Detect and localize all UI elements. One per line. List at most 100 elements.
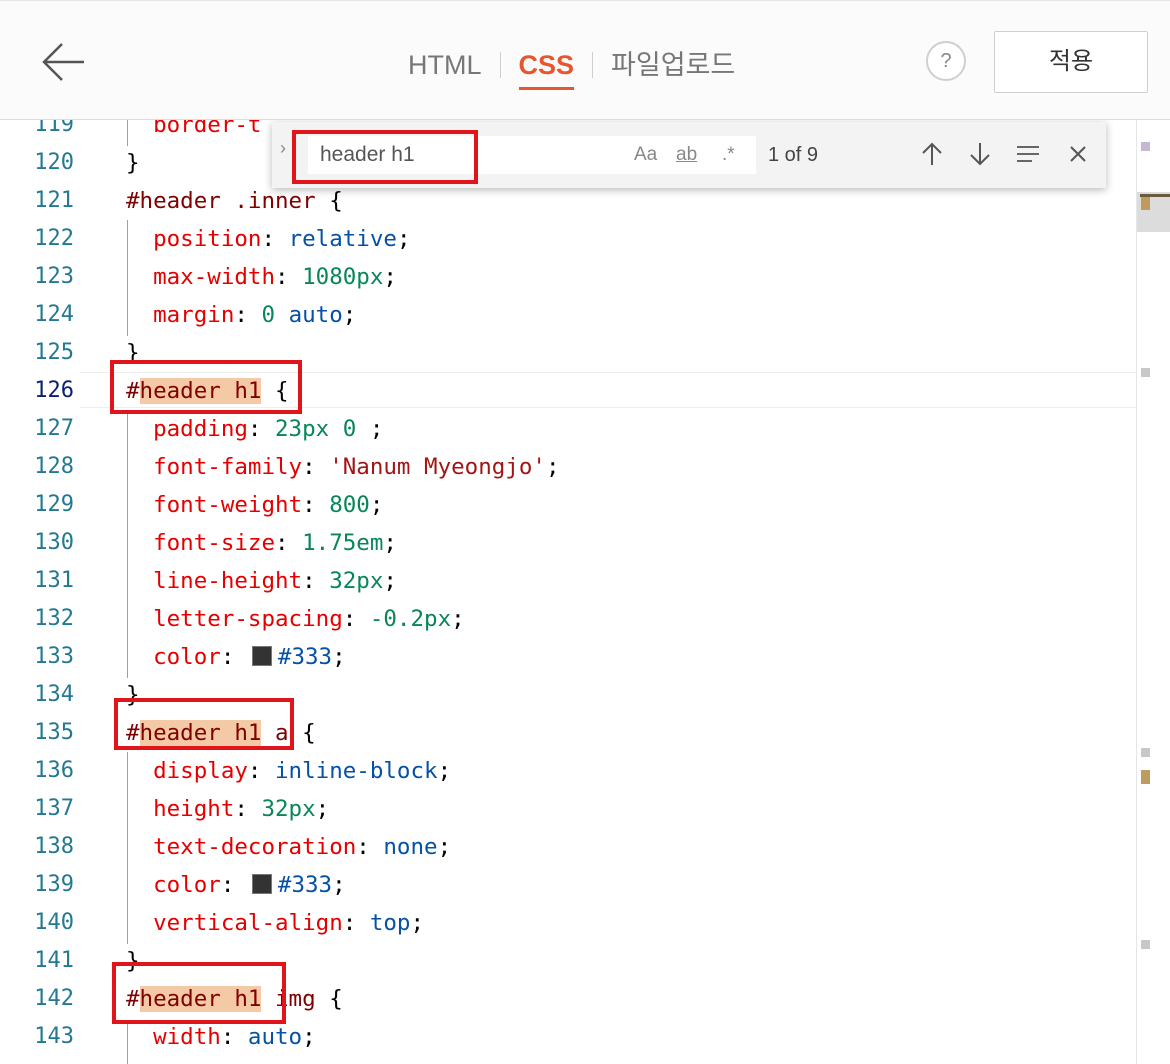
line-number: 126 [34, 378, 74, 403]
find-in-selection-icon[interactable] [1014, 140, 1042, 168]
line-number: 142 [34, 986, 74, 1011]
code-line: 130 font-size: 1.75em; [0, 524, 1136, 562]
code-text: font-size: 1.75em; [153, 530, 397, 556]
cursor-position-marker [1140, 194, 1170, 197]
scroll-marker [1141, 770, 1150, 784]
code-text: } [126, 150, 140, 176]
code-line: 133 color: #333; [0, 638, 1136, 676]
editor-header: HTML CSS 파일업로드 ? 적용 [0, 0, 1170, 120]
scroll-marker [1141, 368, 1150, 377]
code-text: vertical-align: top; [153, 910, 425, 936]
code-text: font-family: 'Nanum Myeongjo'; [153, 454, 560, 480]
scroll-marker [1141, 142, 1150, 151]
code-line: 134 } [0, 676, 1136, 714]
line-number: 143 [34, 1024, 74, 1049]
match-case-toggle[interactable]: Aa [634, 144, 657, 166]
help-icon[interactable]: ? [926, 41, 966, 81]
line-number: 122 [34, 226, 74, 251]
code-line: 128 font-family: 'Nanum Myeongjo'; [0, 448, 1136, 486]
search-match: header h1 [139, 986, 262, 1012]
code-text: letter-spacing: -0.2px; [153, 606, 465, 632]
code-line: 138 text-decoration: none; [0, 828, 1136, 866]
line-number: 132 [34, 606, 74, 631]
line-number: 127 [34, 416, 74, 441]
scroll-marker [1141, 196, 1150, 210]
chevron-right-icon[interactable]: › [280, 138, 286, 159]
code-text: padding: 23px 0 ; [153, 416, 384, 442]
code-text: } [126, 682, 140, 708]
color-swatch[interactable] [251, 646, 272, 666]
line-number: 128 [34, 454, 74, 479]
code-line: 142 #header h1 img { [0, 980, 1136, 1018]
line-number: 136 [34, 758, 74, 783]
tab-css[interactable]: CSS [511, 45, 583, 90]
line-number: 138 [34, 834, 74, 859]
code-text: width: auto; [153, 1024, 316, 1050]
line-number: 129 [34, 492, 74, 517]
code-line: 129 font-weight: 800; [0, 486, 1136, 524]
line-number: 124 [34, 302, 74, 327]
code-text: font-weight: 800; [153, 492, 384, 518]
code-text: color: #333; [153, 644, 346, 670]
scroll-marker [1141, 748, 1150, 757]
tab-file-upload[interactable]: 파일업로드 [603, 45, 743, 85]
code-line: 123 max-width: 1080px; [0, 258, 1136, 296]
code-text: color: #333; [153, 872, 346, 898]
apply-button[interactable]: 적용 [994, 31, 1148, 93]
code-line: 137 height: 32px; [0, 790, 1136, 828]
code-text: #header h1 a { [126, 720, 316, 746]
code-line: 122 position: relative; [0, 220, 1136, 258]
line-number: 140 [34, 910, 74, 935]
code-line: 135 #header h1 a { [0, 714, 1136, 752]
next-match-icon[interactable] [966, 140, 994, 168]
search-match: header h1 [139, 378, 262, 404]
code-editor[interactable]: 119 border-t 120 } 121 #header .inner { … [0, 120, 1170, 1064]
code-text: max-width: 1080px; [153, 264, 397, 290]
code-line: 143 width: auto; [0, 1018, 1136, 1056]
regex-toggle[interactable]: .* [722, 144, 735, 166]
line-number: 120 [34, 150, 74, 175]
code-line: 131 line-height: 32px; [0, 562, 1136, 600]
code-text: display: inline-block; [153, 758, 452, 784]
code-text: position: relative; [153, 226, 411, 252]
line-number: 137 [34, 796, 74, 821]
line-number: 134 [34, 682, 74, 707]
line-number: 131 [34, 568, 74, 593]
code-line: 140 vertical-align: top; [0, 904, 1136, 942]
code-text: #header h1 { [126, 378, 289, 404]
code-text: margin: 0 auto; [153, 302, 357, 328]
line-number: 141 [34, 948, 74, 973]
line-number: 133 [34, 644, 74, 669]
line-number: 130 [34, 530, 74, 555]
editor-tabs: HTML CSS 파일업로드 [400, 45, 743, 90]
tab-divider [499, 52, 501, 78]
code-line: 127 padding: 23px 0 ; [0, 410, 1136, 448]
close-icon[interactable] [1064, 140, 1092, 168]
previous-match-icon[interactable] [918, 140, 946, 168]
line-number: 135 [34, 720, 74, 745]
scroll-marker [1141, 940, 1150, 949]
tab-html[interactable]: HTML [400, 45, 490, 85]
code-line: 132 letter-spacing: -0.2px; [0, 600, 1136, 638]
code-line: 136 display: inline-block; [0, 752, 1136, 790]
code-line: 139 color: #333; [0, 866, 1136, 904]
code-line: 124 margin: 0 auto; [0, 296, 1136, 334]
editor-scrollbar[interactable] [1136, 120, 1170, 1064]
back-arrow-icon[interactable] [38, 39, 90, 85]
line-number: 119 [34, 120, 74, 137]
code-text: line-height: 32px; [153, 568, 397, 594]
line-number: 125 [34, 340, 74, 365]
code-text: } [126, 948, 140, 974]
code-text: text-decoration: none; [153, 834, 452, 860]
line-number: 139 [34, 872, 74, 897]
line-number: 123 [34, 264, 74, 289]
code-text: border-t [126, 120, 262, 138]
code-text: #header h1 img { [126, 986, 343, 1012]
code-line: 141 } [0, 942, 1136, 980]
code-text: } [126, 340, 140, 366]
tab-divider [592, 52, 594, 78]
whole-word-toggle[interactable]: ab [676, 144, 697, 166]
code-line: 126 #header h1 { [0, 372, 1136, 410]
line-number: 121 [34, 188, 74, 213]
color-swatch[interactable] [251, 874, 272, 894]
